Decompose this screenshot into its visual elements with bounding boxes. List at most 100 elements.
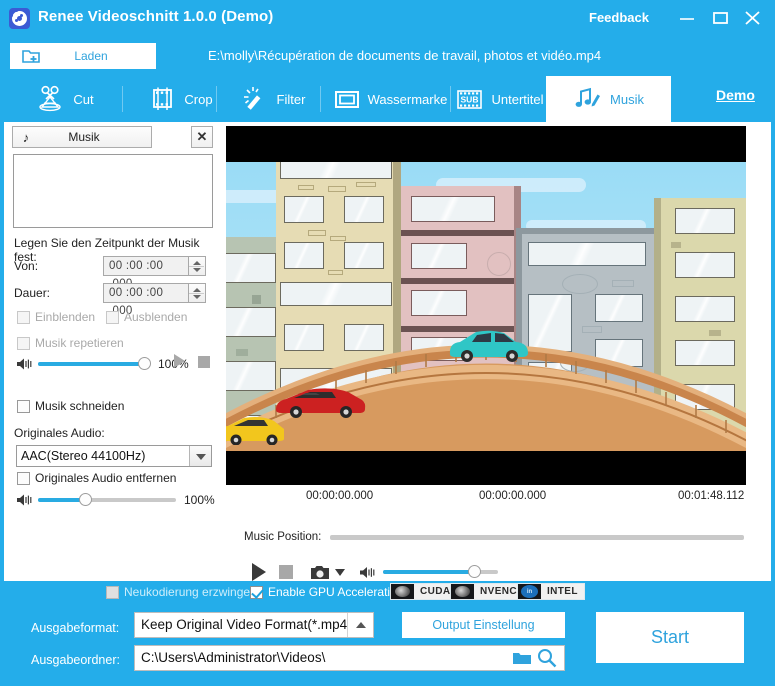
film-reel-icon bbox=[9, 8, 30, 29]
bottom-bar: Neukodierung erzwingen Enable GPU Accele… bbox=[0, 581, 775, 686]
von-stepper[interactable] bbox=[189, 256, 206, 276]
music-preview-stop-button[interactable] bbox=[198, 356, 210, 368]
maximize-button[interactable] bbox=[709, 8, 731, 28]
original-audio-volume-slider[interactable] bbox=[38, 493, 176, 506]
player-volume-slider[interactable] bbox=[383, 565, 498, 578]
original-audio-volume-row: 100% bbox=[16, 492, 215, 508]
original-audio-label: Originales Audio: bbox=[14, 426, 105, 440]
checkbox-musik-repetieren[interactable]: Musik repetieren bbox=[17, 336, 124, 350]
badge-intel-label: INTEL bbox=[547, 586, 578, 597]
checkbox-enable-gpu[interactable]: Enable GPU Acceleration bbox=[250, 585, 403, 599]
checkbox-repetieren-label: Musik repetieren bbox=[35, 336, 124, 350]
add-folder-icon bbox=[22, 48, 40, 64]
music-list[interactable] bbox=[13, 154, 213, 228]
checkbox-enable-gpu-label: Enable GPU Acceleration bbox=[268, 585, 404, 599]
original-audio-value: AAC(Stereo 44100Hz) bbox=[21, 449, 146, 463]
car-yellow bbox=[226, 415, 286, 450]
output-folder-input[interactable]: C:\Users\Administrator\Videos\ bbox=[134, 645, 565, 671]
output-format-value: Keep Original Video Format(*.mp4) bbox=[141, 617, 352, 632]
checkbox-force-recode[interactable]: Neukodierung erzwingen bbox=[106, 585, 257, 599]
minimize-button[interactable] bbox=[676, 8, 698, 28]
search-icon[interactable] bbox=[537, 648, 557, 668]
tab-filter[interactable]: Filter bbox=[220, 76, 325, 122]
checkbox-schneiden-label: Musik schneiden bbox=[35, 399, 125, 413]
folder-icon[interactable] bbox=[512, 650, 532, 666]
car-teal bbox=[446, 329, 532, 368]
output-folder-label: Ausgabeordner: bbox=[31, 653, 120, 667]
original-audio-select[interactable]: AAC(Stereo 44100Hz) bbox=[16, 445, 212, 467]
checkbox-box bbox=[17, 471, 30, 485]
chevron-down-icon[interactable] bbox=[335, 568, 345, 576]
music-settings-panel: ♪ Musik ✕ Legen Sie den Zeitpunkt der Mu… bbox=[8, 126, 218, 577]
filmstrip-icon bbox=[147, 85, 177, 113]
load-button[interactable]: Laden bbox=[10, 43, 156, 69]
checkbox-remove-audio-label: Originales Audio entfernen bbox=[35, 471, 177, 485]
tab-musik[interactable]: Musik bbox=[546, 76, 671, 122]
tab-musik-label: Musik bbox=[610, 91, 644, 107]
chevron-up-icon bbox=[347, 613, 373, 637]
sub-icon: SUB bbox=[454, 85, 484, 113]
loaded-file-path: E:\molly\Récupération de documents de tr… bbox=[208, 48, 602, 63]
main-content: ♪ Musik ✕ Legen Sie den Zeitpunkt der Mu… bbox=[4, 122, 771, 581]
output-format-select[interactable]: Keep Original Video Format(*.mp4) bbox=[134, 612, 374, 638]
camera-icon[interactable] bbox=[311, 565, 329, 580]
checkbox-einblenden[interactable]: Einblenden bbox=[17, 310, 95, 324]
start-button[interactable]: Start bbox=[596, 612, 744, 663]
title-bar: Renee Videoschnitt 1.0.0 (Demo) Feedback bbox=[0, 0, 775, 36]
badge-nvenc: NVENC bbox=[450, 583, 525, 600]
tab-wassermarke[interactable]: Wassermarke bbox=[324, 76, 454, 122]
preview-panel: 00:00:00.000 00:00:00.000 00:01:48.112 M… bbox=[226, 126, 767, 581]
load-bar: Laden E:\molly\Récupération de documents… bbox=[0, 36, 775, 103]
stop-button[interactable] bbox=[279, 565, 293, 579]
magic-wand-icon bbox=[240, 85, 270, 113]
checkbox-remove-original-audio[interactable]: Originales Audio entfernen bbox=[17, 471, 176, 485]
checkbox-box bbox=[17, 336, 30, 350]
add-music-button-label: Musik bbox=[68, 130, 100, 144]
feedback-link[interactable]: Feedback bbox=[589, 10, 649, 25]
dauer-input[interactable]: 00 :00 :00 .000 bbox=[103, 283, 189, 317]
badge-nvenc-label: NVENC bbox=[480, 586, 518, 597]
music-pencil-icon bbox=[573, 85, 603, 113]
play-button[interactable] bbox=[252, 563, 266, 581]
intel-logo-icon: in bbox=[518, 584, 541, 599]
von-input[interactable]: 00 :00 :00 .000 bbox=[103, 256, 189, 290]
checkbox-force-recode-label: Neukodierung erzwingen bbox=[124, 585, 257, 599]
checkbox-box bbox=[106, 585, 119, 599]
checkbox-ausblenden-label: Ausblenden bbox=[124, 310, 188, 324]
output-setting-button[interactable]: Output Einstellung bbox=[402, 612, 565, 638]
badge-cuda: CUDA bbox=[390, 583, 458, 600]
nvidia-logo-icon bbox=[391, 584, 414, 599]
tab-cut[interactable]: Cut bbox=[10, 76, 120, 122]
badge-intel: in INTEL bbox=[517, 583, 585, 600]
svg-text:SUB: SUB bbox=[461, 95, 479, 105]
checkbox-box bbox=[17, 310, 30, 324]
video-preview[interactable] bbox=[226, 126, 746, 485]
tab-crop[interactable]: Crop bbox=[125, 76, 235, 122]
close-button[interactable] bbox=[742, 8, 764, 28]
time-total: 00:01:48.112 bbox=[678, 490, 745, 502]
checkbox-box bbox=[106, 310, 119, 324]
video-frame-content bbox=[226, 162, 746, 451]
tab-bar: Cut Crop Filter Wassermarke SUB Untertit… bbox=[0, 76, 775, 122]
car-red bbox=[274, 386, 368, 425]
tab-untertitel[interactable]: SUB Untertitel bbox=[453, 76, 545, 122]
timeline-labels: 00:00:00.000 00:00:00.000 00:01:48.112 bbox=[226, 490, 746, 508]
dauer-label: Dauer: bbox=[14, 286, 51, 300]
checkbox-box bbox=[250, 585, 263, 599]
checkbox-ausblenden[interactable]: Ausblenden bbox=[106, 310, 187, 324]
music-position-slider[interactable] bbox=[330, 535, 744, 540]
add-music-button[interactable]: ♪ Musik bbox=[12, 126, 152, 148]
music-preview-play-button[interactable] bbox=[174, 354, 185, 368]
tab-crop-label: Crop bbox=[184, 91, 213, 107]
tab-filter-label: Filter bbox=[276, 91, 306, 107]
music-volume-row: 100% bbox=[16, 356, 189, 372]
close-music-panel-button[interactable]: ✕ bbox=[191, 126, 213, 148]
speaker-icon bbox=[359, 565, 377, 580]
checkbox-box bbox=[17, 399, 30, 413]
checkbox-musik-schneiden[interactable]: Musik schneiden bbox=[17, 399, 124, 413]
dauer-stepper[interactable] bbox=[189, 283, 206, 303]
original-audio-volume-value: 100% bbox=[184, 493, 215, 507]
nvidia-logo-icon bbox=[451, 584, 474, 599]
music-volume-slider[interactable] bbox=[38, 357, 151, 370]
checkbox-einblenden-label: Einblenden bbox=[35, 310, 96, 324]
